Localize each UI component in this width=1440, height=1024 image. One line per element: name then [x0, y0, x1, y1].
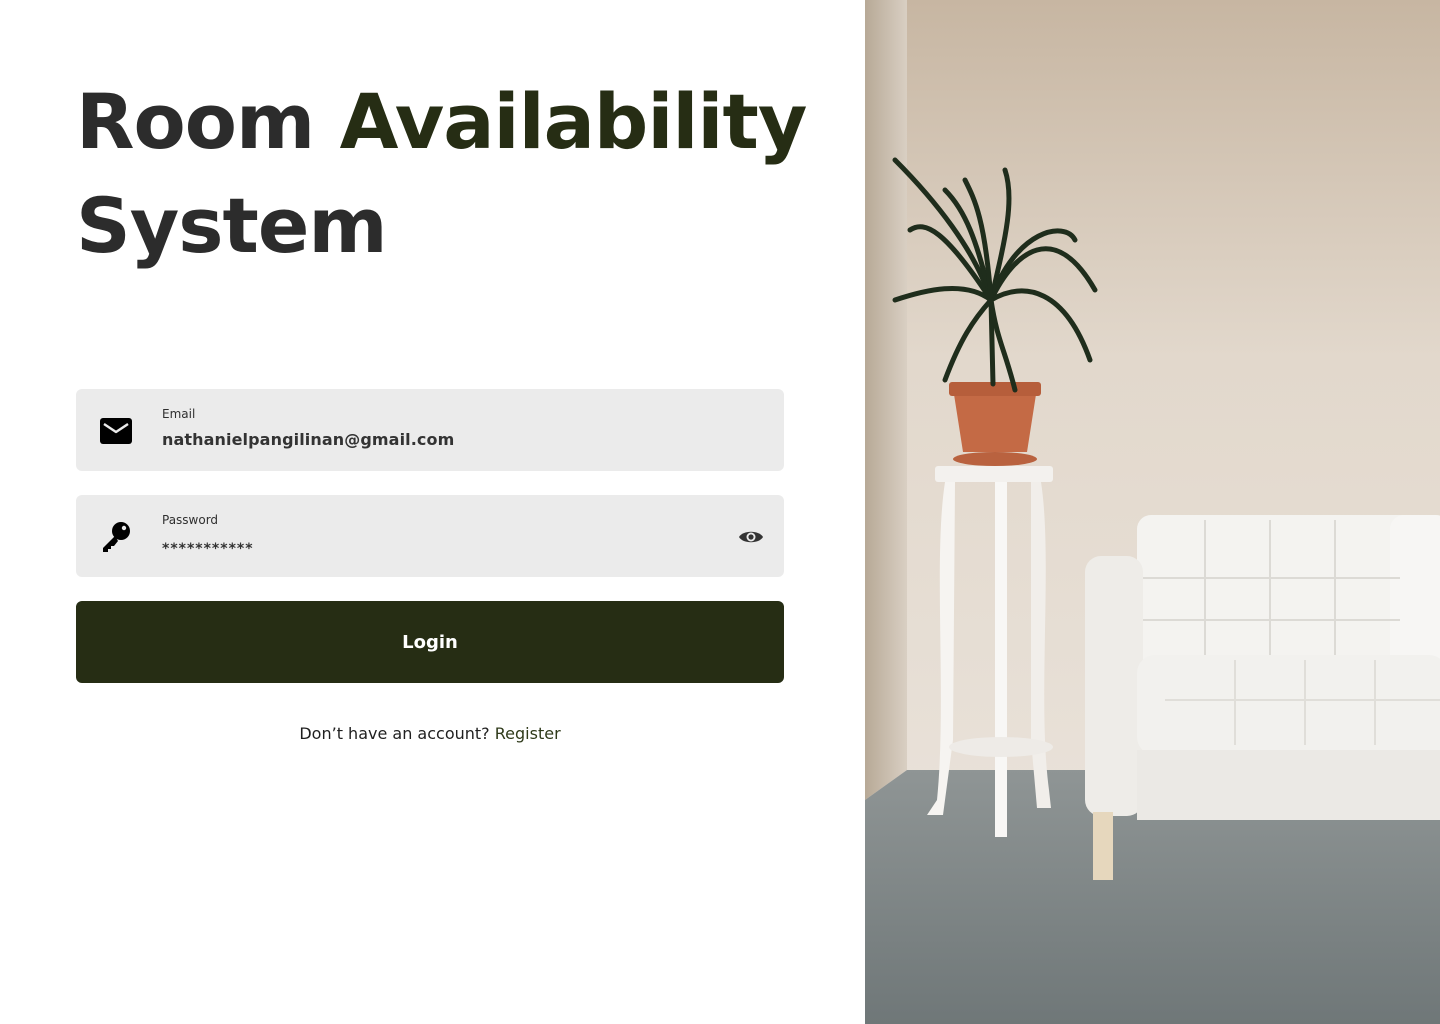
mail-icon — [100, 418, 132, 444]
hero-image — [865, 0, 1440, 1024]
login-button[interactable]: Login — [76, 601, 784, 683]
login-panel: Room Availability System Email nathanielp… — [0, 0, 865, 1024]
room-photo — [865, 0, 1440, 1024]
email-label: Email — [162, 407, 196, 421]
page-title: Room Availability System — [76, 70, 816, 278]
eye-icon[interactable] — [738, 528, 764, 546]
register-link[interactable]: Register — [495, 724, 561, 743]
title-part-system: System — [76, 181, 388, 270]
register-text: Don’t have an account? — [299, 724, 490, 743]
key-icon — [103, 522, 130, 552]
register-prompt: Don’t have an account? Register — [76, 724, 784, 743]
title-part-availability: Availability — [339, 77, 808, 166]
email-field[interactable]: Email nathanielpangilinan@gmail.com — [76, 389, 784, 471]
password-label: Password — [162, 513, 219, 527]
password-value[interactable]: *********** — [162, 541, 254, 557]
email-value[interactable]: nathanielpangilinan@gmail.com — [162, 430, 454, 449]
password-field[interactable]: Password *********** — [76, 495, 784, 577]
title-part-room: Room — [76, 77, 340, 166]
